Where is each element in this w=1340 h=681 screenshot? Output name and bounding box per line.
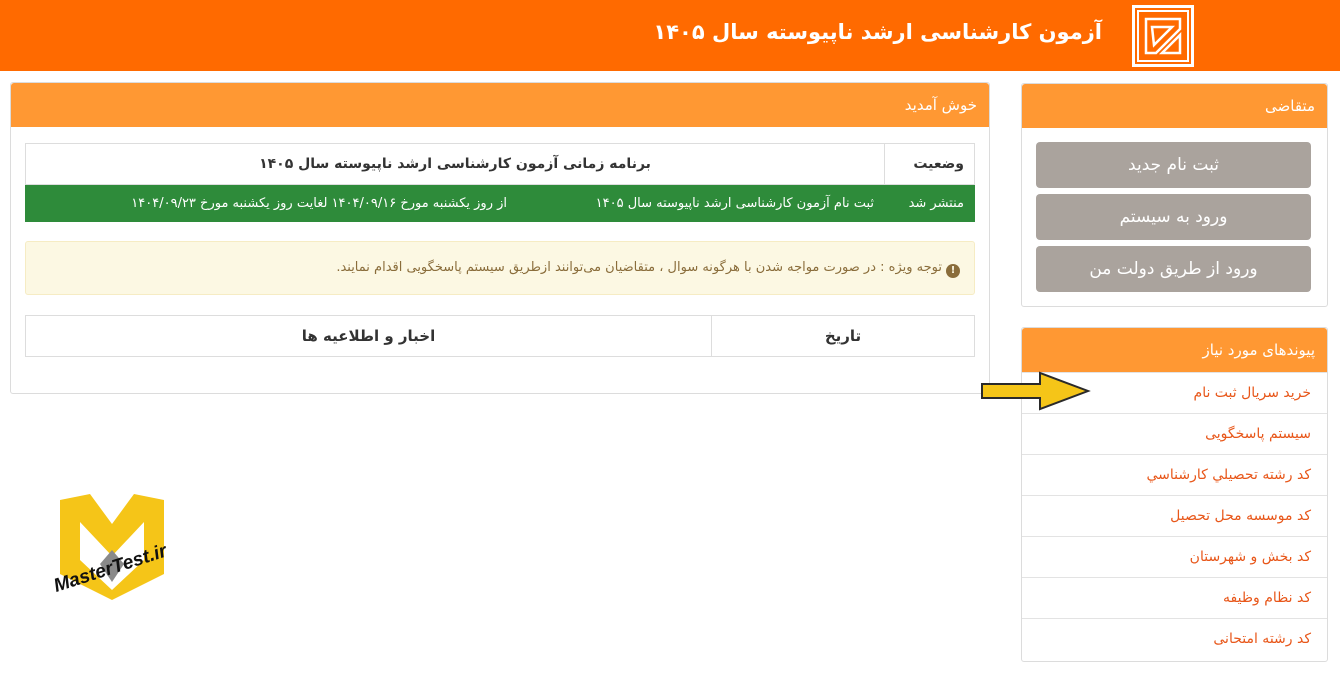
news-header-row: تاریخ اخبار و اطلاعیه ها [25, 315, 975, 357]
notice-text: توجه ویژه : در صورت مواجه شدن با هرگونه … [336, 260, 942, 275]
link-support-system[interactable]: سیستم پاسخگویی [1022, 413, 1327, 454]
notice-alert: ! توجه ویژه : در صورت مواجه شدن با هرگونه… [25, 241, 975, 295]
news-title-header: اخبار و اطلاعیه ها [25, 315, 712, 357]
links-panel-title: پیوندهای مورد نیاز [1022, 328, 1327, 372]
link-bachelor-field-code[interactable]: کد رشته تحصيلي كارشناسي [1022, 454, 1327, 495]
applicant-panel-title: متقاضی [1022, 84, 1327, 128]
link-military-service-code[interactable]: کد نظام وظیفه [1022, 577, 1327, 618]
top-header-bar: آزمون کارشناسی ارشد ناپیوسته سال ۱۴۰۵ [0, 0, 1340, 71]
pointer-arrow-icon [981, 371, 1091, 411]
published-item[interactable]: ثبت نام آزمون کارشناسی ارشد ناپیوسته سال… [517, 184, 885, 222]
published-label: منتشر شد [884, 184, 975, 222]
status-table: وضعیت برنامه زمانی آزمون کارشناسی ارشد ن… [25, 143, 975, 222]
welcome-panel: خوش آمدید وضعیت برنامه زمانی آزمون کارشن… [10, 82, 990, 394]
new-registration-button[interactable]: ثبت نام جدید [1036, 142, 1311, 188]
link-exam-field-code[interactable]: کد رشته امتحانی [1022, 618, 1327, 659]
news-date-header: تاریخ [711, 315, 975, 357]
published-dates: از روز یکشنبه مورخ ۱۴۰۴/۰۹/۱۶ لغایت روز … [25, 184, 518, 222]
status-value: برنامه زمانی آزمون کارشناسی ارشد ناپیوست… [25, 143, 885, 185]
welcome-panel-title: خوش آمدید [11, 83, 989, 127]
link-institution-code[interactable]: کد موسسه محل تحصیل [1022, 495, 1327, 536]
mastertest-logo: MasterTest.ir [51, 494, 171, 600]
status-label: وضعیت [884, 143, 975, 185]
info-icon: ! [946, 264, 960, 278]
news-table: تاریخ اخبار و اطلاعیه ها [25, 315, 975, 357]
organization-logo [1132, 5, 1194, 67]
status-row: وضعیت برنامه زمانی آزمون کارشناسی ارشد ن… [25, 143, 975, 185]
applicant-panel: متقاضی ثبت نام جدید ورود به سیستم ورود ا… [1021, 83, 1328, 307]
link-district-city-code[interactable]: کد بخش و شهرستان [1022, 536, 1327, 577]
login-button[interactable]: ورود به سیستم [1036, 194, 1311, 240]
published-row: منتشر شد ثبت نام آزمون کارشناسی ارشد ناپ… [25, 184, 975, 222]
dolat-man-login-button[interactable]: ورود از طریق دولت من [1036, 246, 1311, 292]
page-title: آزمون کارشناسی ارشد ناپیوسته سال ۱۴۰۵ [653, 20, 1102, 44]
